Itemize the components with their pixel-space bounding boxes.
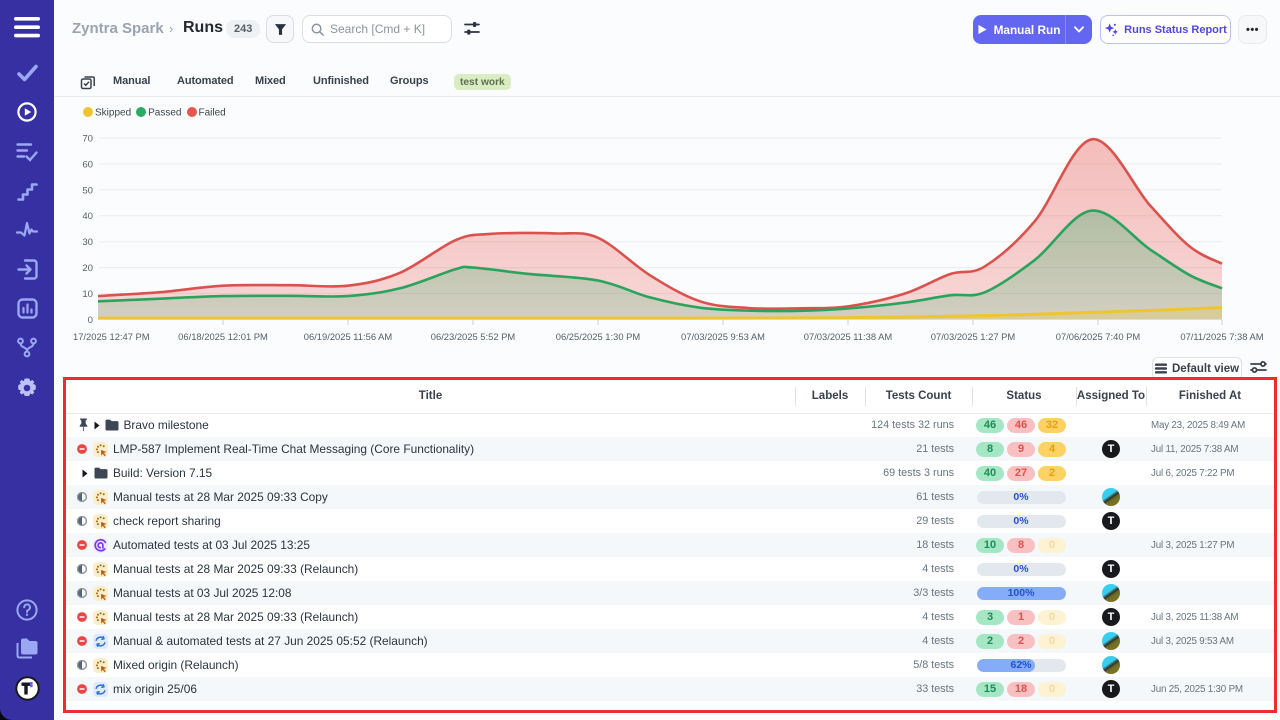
svg-text:07/03/2025 11:38 AM: 07/03/2025 11:38 AM	[804, 331, 893, 342]
svg-text:06/25/2025 1:30 PM: 06/25/2025 1:30 PM	[556, 331, 641, 342]
svg-text:07/06/2025 7:40 PM: 07/06/2025 7:40 PM	[1056, 331, 1141, 342]
svg-text:07/03/2025 9:53 AM: 07/03/2025 9:53 AM	[681, 331, 765, 342]
svg-text:30: 30	[82, 237, 93, 248]
svg-text:07/03/2025 1:27 PM: 07/03/2025 1:27 PM	[931, 331, 1016, 342]
svg-text:10: 10	[82, 289, 93, 300]
svg-text:07/11/2025 7:38 AM: 07/11/2025 7:38 AM	[1180, 331, 1263, 342]
svg-text:0: 0	[88, 315, 93, 326]
svg-text:50: 50	[82, 185, 93, 196]
svg-text:60: 60	[82, 159, 93, 170]
svg-text:40: 40	[82, 211, 93, 222]
svg-text:70: 70	[82, 134, 93, 145]
svg-text:06/19/2025 11:56 AM: 06/19/2025 11:56 AM	[304, 331, 393, 342]
svg-text:20: 20	[82, 263, 93, 274]
svg-text:06/18/2025 12:01 PM: 06/18/2025 12:01 PM	[178, 331, 268, 342]
svg-text:17/2025 12:47 PM: 17/2025 12:47 PM	[73, 331, 150, 342]
svg-text:06/23/2025 5:52 PM: 06/23/2025 5:52 PM	[431, 331, 516, 342]
